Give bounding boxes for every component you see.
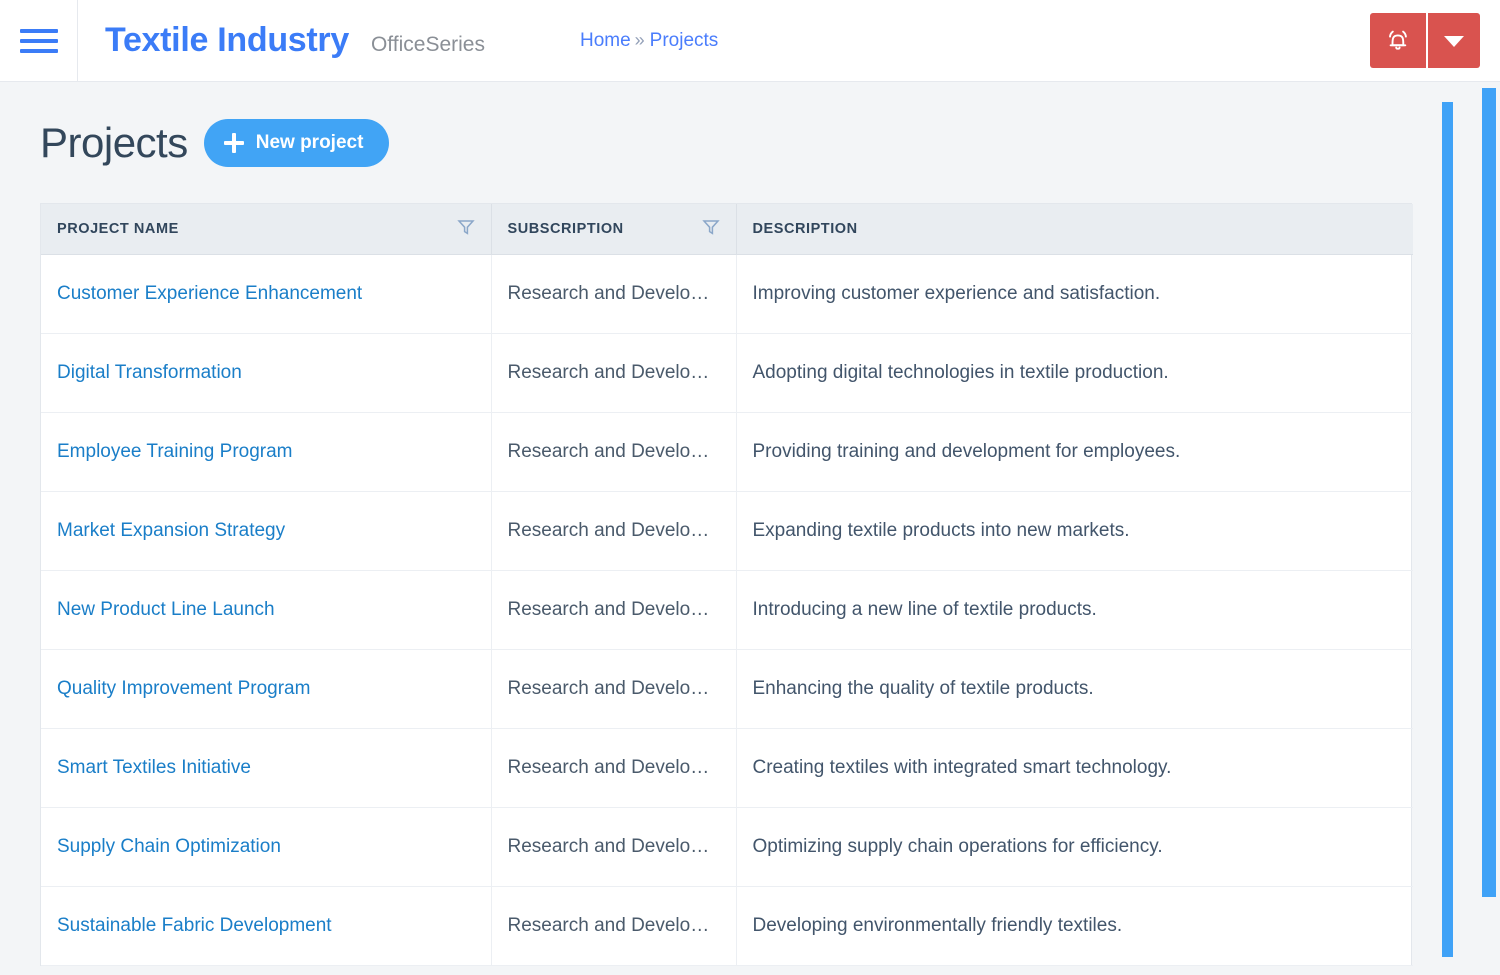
cell-subscription: Research and Develop…: [491, 807, 737, 887]
funnel-filter-icon[interactable]: [701, 218, 720, 240]
table-header-row: PROJECT NAME SUBSCRIPTION DESCRIPTION: [41, 204, 1413, 255]
cell-description: Improving customer experience and satisf…: [736, 254, 1413, 334]
project-name-link[interactable]: Supply Chain Optimization: [57, 836, 281, 857]
cell-project-name: Sustainable Fabric Development: [41, 886, 492, 966]
cell-description: Enhancing the quality of textile product…: [736, 649, 1413, 729]
cell-description: Expanding textile products into new mark…: [736, 491, 1413, 571]
scrollbar-thumb[interactable]: [1442, 102, 1453, 957]
cell-project-name: Employee Training Program: [41, 412, 492, 492]
breadcrumb-separator-icon: »: [634, 29, 645, 50]
project-name-link[interactable]: Digital Transformation: [57, 362, 242, 383]
new-project-button[interactable]: New project: [203, 119, 390, 167]
hamburger-menu-icon[interactable]: [0, 0, 78, 82]
table-row: Employee Training Program Research and De…: [41, 412, 1413, 492]
brand-title[interactable]: Textile Industry: [105, 21, 349, 60]
cell-subscription: Research and Develop…: [491, 570, 737, 650]
column-header-label: PROJECT NAME: [57, 220, 179, 237]
hamburger-bar: [19, 48, 58, 53]
project-name-link[interactable]: Employee Training Program: [57, 441, 293, 462]
table-row: Smart Textiles Initiative Research and De…: [41, 728, 1413, 808]
table-row: Supply Chain Optimization Research and De…: [41, 807, 1413, 887]
column-header-subscription[interactable]: SUBSCRIPTION: [491, 204, 737, 255]
breadcrumb-item-projects[interactable]: Projects: [650, 30, 719, 52]
cell-subscription: Research and Develop…: [491, 649, 737, 729]
table-body: Customer Experience Enhancement Research …: [41, 254, 1413, 966]
cell-description: Optimizing supply chain operations for e…: [736, 807, 1413, 887]
column-header-label: DESCRIPTION: [752, 220, 858, 237]
table-row: Quality Improvement Program Research and …: [41, 649, 1413, 729]
alarm-bell-icon: [1385, 27, 1411, 54]
cell-description: Providing training and development for e…: [736, 412, 1413, 492]
table-vertical-scrollbar[interactable]: [1442, 83, 1453, 975]
table-row: Customer Experience Enhancement Research …: [41, 254, 1413, 334]
cell-project-name: Quality Improvement Program: [41, 649, 492, 729]
hamburger-bar: [19, 38, 58, 43]
project-name-link[interactable]: Market Expansion Strategy: [57, 520, 285, 541]
cell-project-name: Market Expansion Strategy: [41, 491, 492, 571]
cell-project-name: New Product Line Launch: [41, 570, 492, 650]
plus-icon: [223, 133, 244, 153]
page-title: Projects: [40, 119, 188, 166]
project-name-link[interactable]: Quality Improvement Program: [57, 678, 310, 699]
scrollbar-thumb[interactable]: [1482, 88, 1496, 897]
app-header: Textile Industry OfficeSeries Home » Pro…: [0, 0, 1500, 82]
cell-project-name: Smart Textiles Initiative: [41, 728, 492, 808]
cell-description: Adopting digital technologies in textile…: [736, 333, 1413, 413]
page-heading-row: Projects New project: [0, 82, 1500, 167]
project-name-link[interactable]: Customer Experience Enhancement: [57, 283, 362, 304]
cell-subscription: Research and Develop…: [491, 333, 737, 413]
table-row: Sustainable Fabric Development Research a…: [41, 886, 1413, 966]
project-name-link[interactable]: New Product Line Launch: [57, 599, 275, 620]
new-project-button-label: New project: [255, 132, 364, 153]
cell-subscription: Research and Develop…: [491, 728, 737, 808]
page-vertical-scrollbar[interactable]: [1482, 83, 1496, 975]
cell-subscription: Research and Develop…: [491, 886, 737, 966]
table-row: Digital Transformation Research and Devel…: [41, 333, 1413, 413]
hamburger-bar: [19, 28, 58, 33]
header-dropdown-button[interactable]: [1428, 13, 1480, 68]
breadcrumb-item-home[interactable]: Home: [580, 30, 631, 52]
table-row: Market Expansion Strategy Research and De…: [41, 491, 1413, 571]
cell-description: Developing environmentally friendly text…: [736, 886, 1413, 966]
breadcrumb: Home » Projects: [580, 30, 718, 52]
project-name-link[interactable]: Smart Textiles Initiative: [57, 757, 251, 778]
table-header: PROJECT NAME SUBSCRIPTION DESCRIPTION: [41, 204, 1413, 255]
cell-project-name: Digital Transformation: [41, 333, 492, 413]
header-actions: [1370, 13, 1480, 68]
projects-table-container: PROJECT NAME SUBSCRIPTION DESCRIPTION Cu…: [40, 203, 1413, 966]
notification-button[interactable]: [1370, 13, 1426, 68]
cell-project-name: Customer Experience Enhancement: [41, 254, 492, 334]
brand: Textile Industry OfficeSeries: [78, 21, 485, 60]
projects-table: PROJECT NAME SUBSCRIPTION DESCRIPTION Cu…: [41, 204, 1413, 966]
funnel-filter-icon[interactable]: [456, 218, 475, 240]
cell-description: Creating textiles with integrated smart …: [736, 728, 1413, 808]
cell-description: Introducing a new line of textile produc…: [736, 570, 1413, 650]
cell-subscription: Research and Develop…: [491, 412, 737, 492]
caret-down-icon: [1443, 34, 1465, 48]
brand-subtitle: OfficeSeries: [370, 33, 485, 56]
table-row: New Product Line Launch Research and Deve…: [41, 570, 1413, 650]
column-header-description[interactable]: DESCRIPTION: [736, 204, 1413, 255]
project-name-link[interactable]: Sustainable Fabric Development: [57, 915, 332, 936]
column-header-project-name[interactable]: PROJECT NAME: [41, 204, 492, 255]
cell-project-name: Supply Chain Optimization: [41, 807, 492, 887]
main-content: Projects New project PROJECT NAME SUBSCR…: [0, 82, 1500, 966]
cell-subscription: Research and Develop…: [491, 491, 737, 571]
column-header-label: SUBSCRIPTION: [507, 220, 624, 237]
cell-subscription: Research and Develop…: [491, 254, 737, 334]
